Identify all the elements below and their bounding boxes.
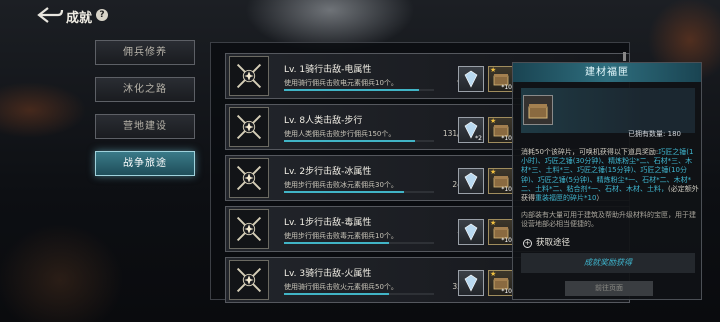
material-crate-icon — [523, 95, 553, 125]
reward-count: *10 — [501, 288, 512, 295]
reward-count: *10 — [501, 135, 512, 142]
desc-end: ） — [596, 194, 604, 203]
reward-diamond[interactable]: *2 — [458, 117, 484, 143]
reward-crate[interactable]: ★ *10 — [488, 117, 514, 143]
reward-crate[interactable]: ★ *10 — [488, 168, 514, 194]
achievement-desc: 使用步行佣兵击败毒元素佣兵10个。 — [284, 232, 398, 240]
star-icon: ★ — [490, 117, 497, 125]
reward-diamond[interactable] — [458, 66, 484, 92]
diamond-icon — [464, 274, 478, 292]
help-icon[interactable]: ? — [96, 9, 108, 21]
swords-emblem-icon — [229, 56, 269, 96]
tab-war-journey[interactable]: 战争旅途 — [95, 151, 195, 176]
progress-fill — [284, 89, 419, 91]
achievement-title: Lv. 2步行击敌-冰属性 — [284, 167, 372, 177]
desc-bonus: 重装福匣的碎片*10 — [535, 194, 597, 203]
goto-button[interactable]: 前往页面 — [565, 281, 653, 296]
swords-emblem-icon — [229, 107, 269, 147]
achievement-title: Lv. 8人类击敌-步行 — [284, 116, 363, 126]
star-icon: ★ — [490, 168, 497, 176]
achievement-desc: 使用骑行佣兵击败电元素佣兵10个。 — [284, 79, 398, 87]
tab-camp[interactable]: 营地建设 — [95, 114, 195, 139]
acquire-source[interactable]: 成就奖励获得 — [521, 253, 695, 273]
progress-fill — [284, 191, 404, 193]
progress-fill — [284, 242, 389, 244]
achievement-desc: 使用人类佣兵击败步行佣兵150个。 — [284, 130, 396, 138]
tab-mercenary[interactable]: 佣兵修养 — [95, 40, 195, 65]
reward-crate[interactable]: ★ *10 — [488, 66, 514, 92]
reward-crate[interactable]: ★ *10 — [488, 219, 514, 245]
swords-emblem-icon — [229, 158, 269, 198]
reward-count: *2 — [475, 135, 482, 142]
reward-count: *10 — [501, 84, 512, 91]
achievement-desc: 使用步行佣兵击败冰元素佣兵30个。 — [284, 181, 398, 189]
progress-bar — [284, 140, 434, 142]
achievement-title: Lv. 1骑行击敌-电属性 — [284, 65, 372, 75]
reward-count: *10 — [501, 237, 512, 244]
progress-bar — [284, 242, 434, 244]
reward-diamond[interactable] — [458, 219, 484, 245]
star-icon: ★ — [490, 219, 497, 227]
diamond-icon — [464, 172, 478, 190]
reward-diamond[interactable] — [458, 270, 484, 296]
back-arrow-icon[interactable] — [36, 6, 64, 24]
star-icon: ★ — [490, 270, 497, 278]
item-title: 建材福匣 — [513, 63, 701, 82]
item-description: 消耗50个该碎片，可唤机获得以下道具奖励:巧匠之锤(1小时)、巧匠之锤(30分钟… — [521, 148, 699, 203]
acquire-label: 获取途径 — [536, 238, 571, 248]
progress-fill — [284, 140, 415, 142]
scrollbar[interactable] — [623, 52, 626, 61]
progress-bar — [284, 191, 434, 193]
page-title: 成就 — [66, 11, 93, 26]
diamond-icon — [464, 223, 478, 241]
diamond-icon — [464, 70, 478, 88]
desc-pre: 消耗50个该碎片，可唤机获得以下道具奖励: — [521, 148, 659, 156]
achievement-title: Lv. 3骑行击敌-火属性 — [284, 269, 372, 279]
owned-count: 已拥有数量: 180 — [628, 130, 681, 138]
star-icon: ★ — [490, 66, 497, 74]
reward-diamond[interactable] — [458, 168, 484, 194]
reward-crate[interactable]: ★ *10 — [488, 270, 514, 296]
swords-emblem-icon — [229, 260, 269, 300]
acquire-heading: + 获取途径 — [523, 236, 570, 248]
tab-path[interactable]: 沐化之路 — [95, 77, 195, 102]
reward-count: *10 — [501, 186, 512, 193]
progress-bar — [284, 89, 434, 91]
progress-bar — [284, 293, 434, 295]
item-lore: 内部装有大量可用于建筑及帮助升级材料的宝匣，用于建设营地部必相当便捷的。 — [521, 211, 696, 228]
plus-icon: + — [523, 239, 532, 248]
achievement-title: Lv. 1步行击敌-毒属性 — [284, 218, 372, 228]
achievement-desc: 使用骑行佣兵击败火元素佣兵50个。 — [284, 283, 398, 291]
item-detail-panel: 建材福匣 已拥有数量: 180 消耗50个该碎片，可唤机获得以下道具奖励:巧匠之… — [512, 62, 702, 300]
swords-emblem-icon — [229, 209, 269, 249]
category-tabs: 佣兵修养 沐化之路 营地建设 战争旅途 — [95, 40, 195, 188]
progress-fill — [284, 293, 389, 295]
